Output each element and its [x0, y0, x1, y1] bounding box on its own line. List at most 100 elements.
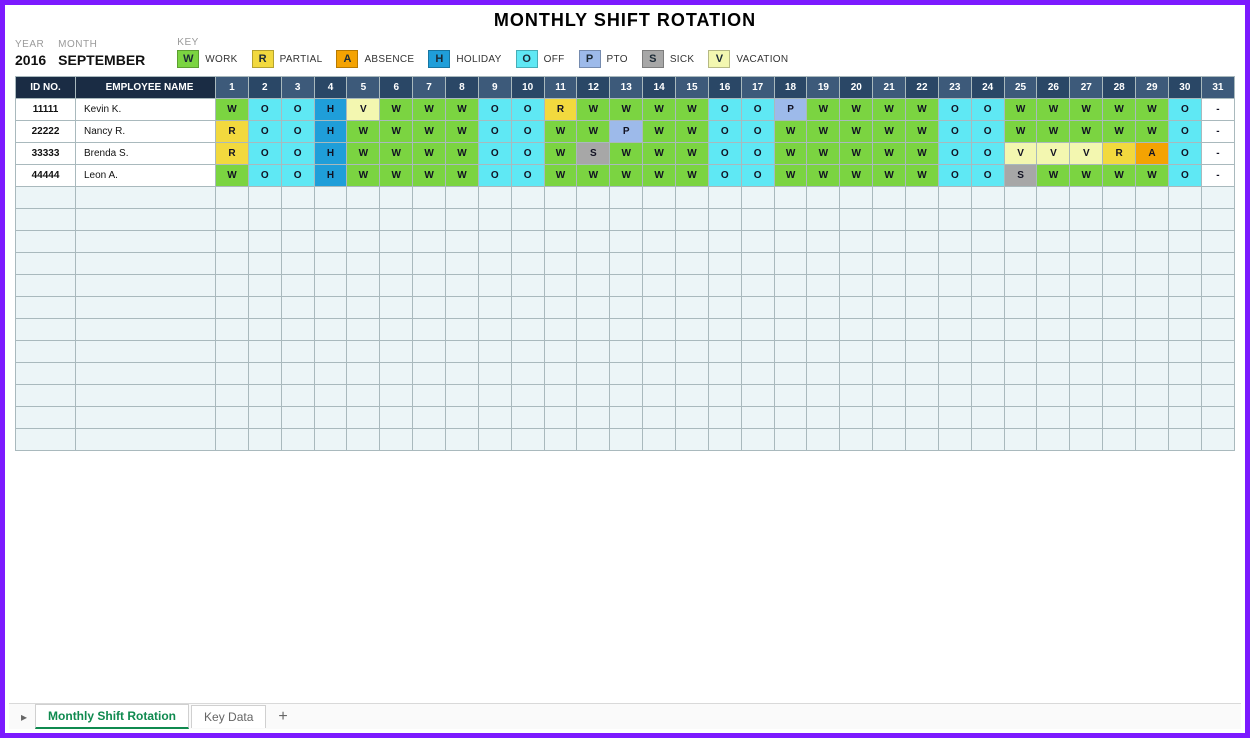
shift-cell[interactable]: O — [938, 121, 971, 143]
shift-cell[interactable] — [1037, 187, 1070, 209]
shift-cell[interactable]: O — [708, 143, 741, 165]
shift-cell[interactable]: W — [380, 99, 413, 121]
shift-cell[interactable]: R — [216, 143, 249, 165]
shift-cell[interactable] — [1037, 385, 1070, 407]
shift-cell[interactable] — [741, 385, 774, 407]
shift-cell[interactable] — [873, 407, 906, 429]
shift-cell[interactable] — [511, 341, 544, 363]
shift-cell[interactable] — [1201, 429, 1234, 451]
shift-cell[interactable] — [544, 385, 577, 407]
shift-cell[interactable]: W — [1037, 99, 1070, 121]
cell-name[interactable] — [76, 429, 216, 451]
shift-cell[interactable]: W — [873, 143, 906, 165]
shift-cell[interactable] — [380, 341, 413, 363]
shift-cell[interactable]: W — [577, 121, 610, 143]
table-row-empty[interactable] — [16, 297, 1235, 319]
shift-cell[interactable] — [906, 297, 939, 319]
shift-cell[interactable] — [643, 297, 676, 319]
cell-name[interactable]: Leon A. — [76, 165, 216, 187]
table-row-empty[interactable] — [16, 363, 1235, 385]
shift-cell[interactable] — [1037, 231, 1070, 253]
shift-cell[interactable]: O — [1168, 99, 1201, 121]
shift-cell[interactable] — [216, 209, 249, 231]
shift-cell[interactable] — [446, 187, 479, 209]
shift-cell[interactable] — [478, 429, 511, 451]
shift-cell[interactable] — [643, 319, 676, 341]
shift-cell[interactable] — [1168, 231, 1201, 253]
table-row-empty[interactable] — [16, 407, 1235, 429]
cell-id[interactable]: 11111 — [16, 99, 76, 121]
shift-cell[interactable]: O — [248, 121, 281, 143]
tab-add-button[interactable]: + — [268, 708, 297, 726]
shift-cell[interactable] — [1103, 253, 1136, 275]
shift-cell[interactable] — [938, 231, 971, 253]
shift-cell[interactable] — [1070, 407, 1103, 429]
shift-cell[interactable]: W — [1037, 121, 1070, 143]
shift-cell[interactable] — [610, 429, 643, 451]
shift-cell[interactable] — [281, 231, 314, 253]
shift-cell[interactable] — [676, 407, 709, 429]
shift-cell[interactable]: O — [281, 143, 314, 165]
shift-cell[interactable] — [347, 407, 380, 429]
shift-cell[interactable] — [446, 275, 479, 297]
shift-cell[interactable] — [511, 407, 544, 429]
shift-cell[interactable]: W — [676, 99, 709, 121]
shift-cell[interactable] — [1037, 341, 1070, 363]
shift-cell[interactable]: O — [938, 165, 971, 187]
shift-cell[interactable] — [1070, 319, 1103, 341]
tab-monthly-shift-rotation[interactable]: Monthly Shift Rotation — [35, 704, 189, 729]
year-value[interactable]: 2016 — [15, 52, 46, 68]
shift-cell[interactable] — [1168, 319, 1201, 341]
shift-cell[interactable] — [380, 253, 413, 275]
shift-cell[interactable] — [938, 187, 971, 209]
shift-cell[interactable] — [413, 253, 446, 275]
shift-cell[interactable] — [380, 209, 413, 231]
shift-cell[interactable] — [478, 209, 511, 231]
shift-cell[interactable]: O — [938, 143, 971, 165]
cell-id[interactable]: 33333 — [16, 143, 76, 165]
shift-cell[interactable]: O — [971, 165, 1004, 187]
shift-cell[interactable] — [281, 187, 314, 209]
shift-cell[interactable]: O — [478, 121, 511, 143]
shift-cell[interactable] — [1201, 275, 1234, 297]
shift-cell[interactable] — [347, 319, 380, 341]
shift-cell[interactable] — [807, 297, 840, 319]
shift-cell[interactable]: O — [1168, 143, 1201, 165]
shift-cell[interactable] — [347, 297, 380, 319]
shift-cell[interactable] — [216, 253, 249, 275]
shift-cell[interactable]: P — [774, 99, 807, 121]
shift-cell[interactable]: O — [1168, 121, 1201, 143]
shift-cell[interactable] — [1168, 429, 1201, 451]
shift-cell[interactable] — [610, 275, 643, 297]
shift-cell[interactable]: - — [1201, 121, 1234, 143]
shift-cell[interactable] — [774, 275, 807, 297]
shift-cell[interactable]: W — [544, 165, 577, 187]
shift-cell[interactable] — [1103, 341, 1136, 363]
shift-cell[interactable] — [676, 275, 709, 297]
shift-cell[interactable] — [1004, 275, 1037, 297]
shift-cell[interactable] — [938, 385, 971, 407]
shift-cell[interactable] — [741, 363, 774, 385]
shift-cell[interactable] — [906, 187, 939, 209]
shift-cell[interactable] — [314, 385, 347, 407]
shift-cell[interactable]: W — [380, 165, 413, 187]
shift-cell[interactable]: W — [774, 165, 807, 187]
shift-grid[interactable]: ID NO. EMPLOYEE NAME 1234567891011121314… — [15, 76, 1235, 451]
shift-cell[interactable] — [248, 341, 281, 363]
shift-cell[interactable] — [1004, 209, 1037, 231]
month-value[interactable]: SEPTEMBER — [58, 52, 145, 68]
table-row-empty[interactable] — [16, 319, 1235, 341]
shift-cell[interactable]: P — [610, 121, 643, 143]
cell-id[interactable] — [16, 297, 76, 319]
shift-cell[interactable] — [1201, 297, 1234, 319]
shift-cell[interactable] — [380, 319, 413, 341]
shift-cell[interactable] — [413, 429, 446, 451]
shift-cell[interactable] — [971, 429, 1004, 451]
shift-cell[interactable]: O — [971, 99, 1004, 121]
shift-cell[interactable]: W — [1136, 99, 1169, 121]
table-row-empty[interactable] — [16, 429, 1235, 451]
shift-cell[interactable] — [873, 209, 906, 231]
shift-cell[interactable] — [643, 429, 676, 451]
shift-cell[interactable] — [577, 231, 610, 253]
shift-cell[interactable]: W — [1004, 121, 1037, 143]
